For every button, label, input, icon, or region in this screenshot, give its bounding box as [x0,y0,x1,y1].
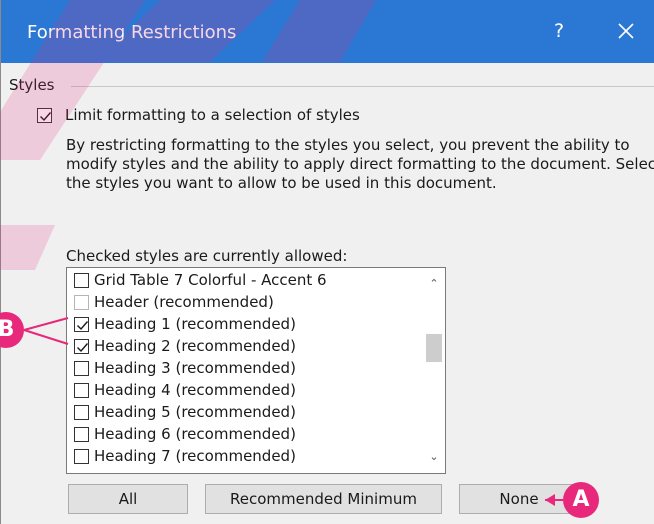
checked-styles-label: Checked styles are currently allowed: [66,247,348,265]
style-label: Heading 4 (recommended) [94,381,296,399]
list-scrollbar[interactable]: ⌃ ⌄ [423,268,445,473]
scroll-thumb[interactable] [426,334,442,362]
styles-group-label: Styles [9,76,55,94]
callout-a-badge: A [563,482,599,518]
limit-formatting-checkbox[interactable] [37,108,52,123]
help-icon[interactable]: ? [549,20,569,44]
close-icon[interactable] [613,18,639,44]
style-checkbox[interactable] [74,405,89,420]
styles-listbox[interactable]: Grid Table 7 Colorful - Accent 6 Header … [66,267,446,474]
all-button-label: All [118,490,138,508]
list-item[interactable]: Header (recommended) [69,292,419,313]
style-checkbox[interactable] [74,383,89,398]
style-label: Heading 5 (recommended) [94,403,296,421]
formatting-restrictions-dialog: Formatting Restrictions ? Styles Limit f… [0,0,654,524]
restriction-description: By restricting formatting to the styles … [66,136,654,192]
list-item[interactable]: Heading 1 (recommended) [69,314,419,335]
recommended-minimum-button[interactable]: Recommended Minimum [205,484,442,514]
list-item[interactable]: Heading 7 (recommended) [69,446,419,467]
list-item[interactable]: Heading 6 (recommended) [69,424,419,445]
style-label: Heading 7 (recommended) [94,447,296,465]
style-label: Heading 6 (recommended) [94,425,296,443]
scroll-up-icon[interactable]: ⌃ [427,277,441,291]
style-checkbox[interactable] [74,317,89,332]
style-checkbox[interactable] [74,295,89,310]
all-button[interactable]: All [68,484,188,514]
style-checkbox[interactable] [74,273,89,288]
style-label: Heading 2 (recommended) [94,337,296,355]
style-checkbox[interactable] [74,449,89,464]
style-checkbox[interactable] [74,361,89,376]
list-item[interactable]: Heading 4 (recommended) [69,380,419,401]
style-checkbox[interactable] [74,339,89,354]
scroll-down-icon[interactable]: ⌄ [427,450,441,464]
recommended-minimum-label: Recommended Minimum [230,490,417,508]
limit-formatting-label[interactable]: Limit formatting to a selection of style… [65,106,360,124]
dialog-titlebar: Formatting Restrictions ? [1,0,654,63]
list-item[interactable]: Grid Table 7 Colorful - Accent 6 [69,270,419,291]
list-item[interactable]: Heading 5 (recommended) [69,402,419,423]
style-label: Heading 1 (recommended) [94,315,296,333]
style-label: Grid Table 7 Colorful - Accent 6 [94,271,327,289]
style-checkbox[interactable] [74,427,89,442]
none-button-label: None [499,490,539,508]
none-button[interactable]: None [459,484,579,514]
group-divider [71,86,654,87]
style-label: Heading 3 (recommended) [94,359,296,377]
list-item[interactable]: Heading 2 (recommended) [69,336,419,357]
dialog-title: Formatting Restrictions [27,22,237,43]
style-label: Header (recommended) [94,293,274,311]
list-item[interactable]: Heading 3 (recommended) [69,358,419,379]
